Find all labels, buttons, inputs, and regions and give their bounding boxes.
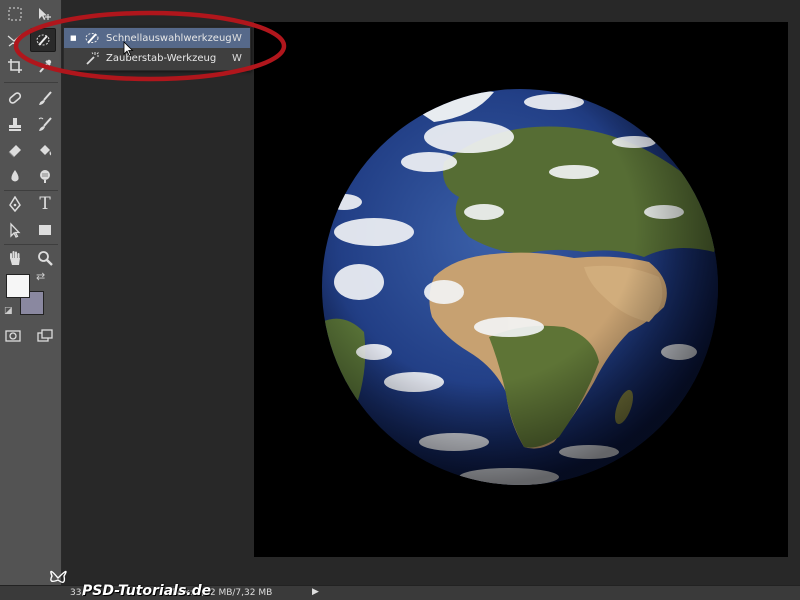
type-tool-glyph: T bbox=[39, 193, 51, 214]
tool-flyout-menu: ■ Schnellauswahlwerkzeug W Zauberstab-We… bbox=[63, 27, 251, 71]
foreground-color-swatch[interactable] bbox=[6, 274, 30, 298]
earth-globe-image bbox=[322, 89, 718, 485]
dodge-tool-icon[interactable] bbox=[32, 164, 58, 188]
toolbar-separator bbox=[4, 190, 58, 191]
hand-tool-icon[interactable] bbox=[2, 246, 28, 270]
flyout-item-quick-selection[interactable]: ■ Schnellauswahlwerkzeug W bbox=[64, 28, 250, 48]
document-canvas[interactable] bbox=[254, 22, 788, 557]
pen-tool-icon[interactable] bbox=[2, 192, 28, 216]
quick-mask-icon[interactable] bbox=[0, 324, 26, 348]
toolbar-separator bbox=[4, 244, 58, 245]
flyout-item-shortcut: W bbox=[232, 32, 242, 44]
rectangle-tool-icon[interactable] bbox=[32, 218, 58, 242]
crop-tool-icon[interactable] bbox=[2, 54, 28, 78]
swap-colors-icon[interactable]: ⇄ bbox=[36, 270, 45, 283]
toolbar-separator bbox=[4, 82, 58, 83]
type-tool-icon[interactable]: T bbox=[32, 192, 58, 216]
move-tool-icon[interactable] bbox=[32, 2, 58, 26]
brush-tool-icon[interactable] bbox=[32, 86, 58, 110]
tools-panel: T ⇄ ◪ bbox=[0, 0, 62, 600]
magic-wand-icon bbox=[86, 52, 99, 65]
clone-stamp-tool-icon[interactable] bbox=[2, 112, 28, 136]
paint-bucket-tool-icon[interactable] bbox=[32, 138, 58, 162]
screen-mode-icon[interactable] bbox=[32, 324, 58, 348]
mouse-cursor-icon bbox=[123, 41, 134, 57]
default-colors-icon[interactable]: ◪ bbox=[4, 306, 13, 316]
eyedropper-tool-icon[interactable] bbox=[32, 54, 58, 78]
eraser-tool-icon[interactable] bbox=[2, 138, 28, 162]
quick-selection-tool-icon[interactable] bbox=[30, 28, 56, 52]
path-selection-tool-icon[interactable] bbox=[2, 218, 28, 242]
zoom-tool-icon[interactable] bbox=[32, 246, 58, 270]
healing-brush-tool-icon[interactable] bbox=[2, 86, 28, 110]
lasso-tool-icon[interactable] bbox=[2, 28, 28, 52]
butterfly-logo-icon bbox=[50, 570, 67, 583]
watermark-text: PSD-Tutorials.de bbox=[82, 583, 212, 599]
blur-tool-icon[interactable] bbox=[2, 164, 28, 188]
flyout-item-magic-wand[interactable]: Zauberstab-Werkzeug W bbox=[64, 48, 250, 68]
flyout-item-shortcut: W bbox=[232, 52, 242, 64]
selected-marker: ■ bbox=[70, 34, 77, 42]
marquee-tool-icon[interactable] bbox=[2, 2, 28, 26]
history-brush-tool-icon[interactable] bbox=[32, 112, 58, 136]
quick-selection-icon bbox=[85, 33, 99, 44]
status-menu-arrow-icon[interactable]: ▶ bbox=[312, 587, 319, 597]
